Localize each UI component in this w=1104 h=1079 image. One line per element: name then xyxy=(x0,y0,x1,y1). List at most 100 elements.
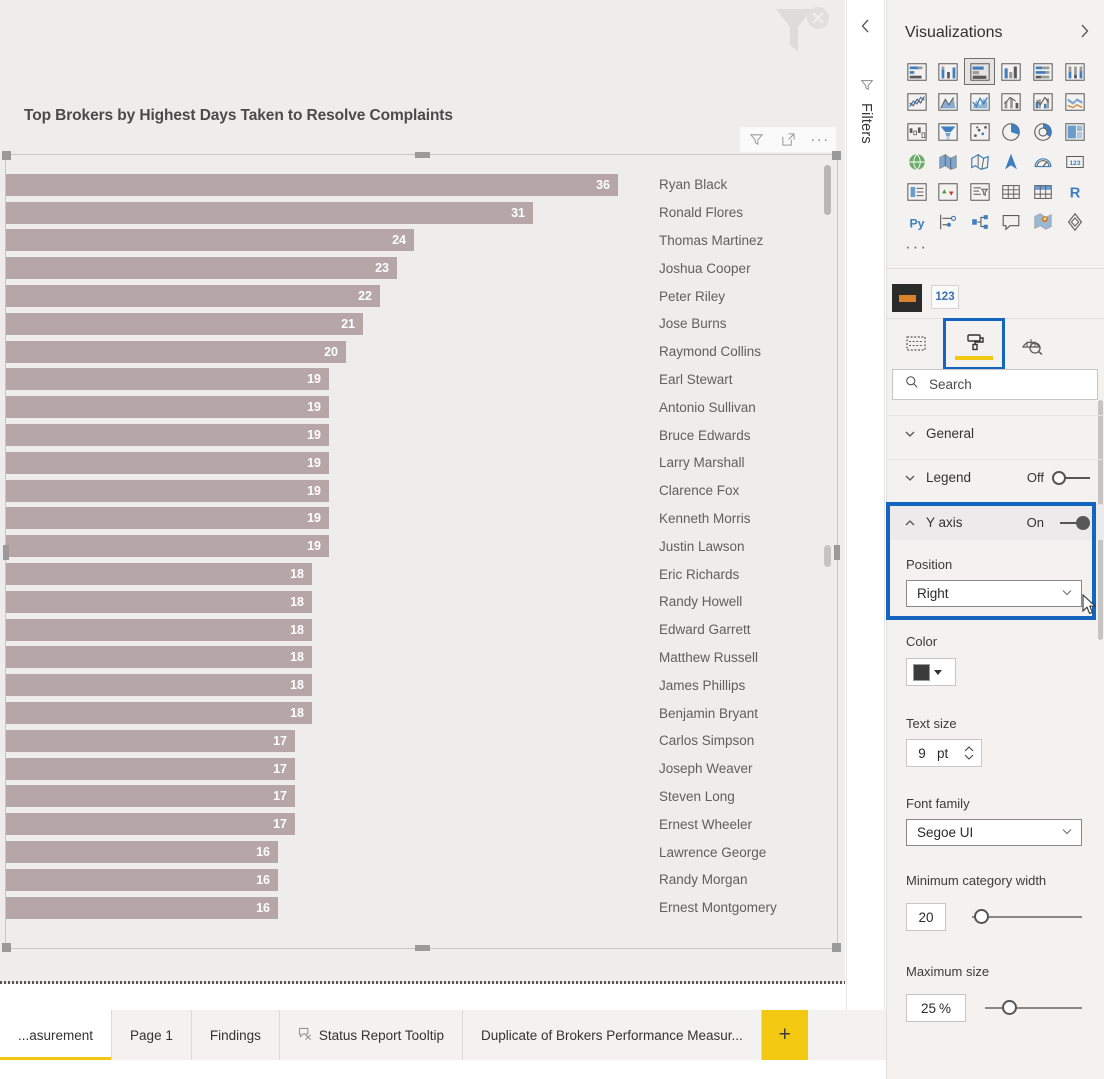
clustered-bar-chart-icon[interactable] xyxy=(964,58,996,85)
color-picker-button[interactable] xyxy=(906,658,956,686)
chart-bar[interactable]: 18 xyxy=(6,618,312,641)
chart-bar[interactable]: 18 xyxy=(6,563,312,586)
chart-bar[interactable]: 19 xyxy=(6,451,329,474)
resize-handle-left[interactable] xyxy=(3,544,9,560)
fields-tab[interactable] xyxy=(887,320,945,368)
y-axis-toggle[interactable]: On xyxy=(1027,515,1090,531)
pie-chart-icon[interactable] xyxy=(996,118,1027,145)
chart-bar[interactable]: 18 xyxy=(6,702,312,725)
stacked-column-chart-icon[interactable] xyxy=(933,58,964,85)
chart-row[interactable]: 19 Justin Lawson xyxy=(6,532,821,560)
page-tab-3[interactable]: Status Report Tooltip xyxy=(279,1010,463,1060)
page-tab-bar[interactable]: ...asurement Page 1 Findings Status Report … xyxy=(0,1010,886,1060)
minimum-category-width-slider[interactable] xyxy=(972,909,1082,925)
chart-scrollbar[interactable] xyxy=(824,165,831,940)
donut-chart-icon[interactable] xyxy=(1028,118,1059,145)
bar-chart-visual[interactable]: 36 Ryan Black 31 Ronald Flores 24 Thomas Mart… xyxy=(2,151,841,952)
report-canvas[interactable]: Top Brokers by Highest Days Taken to Res… xyxy=(0,0,845,1010)
shape-map-icon[interactable] xyxy=(964,148,995,175)
decomposition-tree-icon[interactable] xyxy=(964,208,995,235)
section-legend[interactable]: Legend Off xyxy=(886,459,1104,495)
chart-bar[interactable]: 23 xyxy=(6,257,397,280)
line-and-stacked-column-chart-icon[interactable] xyxy=(996,88,1027,115)
resize-handle-top[interactable] xyxy=(414,152,430,158)
chart-row[interactable]: 17 Ernest Wheeler xyxy=(6,810,821,838)
resize-handle-top-left[interactable] xyxy=(2,151,11,160)
ribbon-chart-icon[interactable] xyxy=(1059,88,1090,115)
y-axis-switch[interactable] xyxy=(1052,515,1090,531)
section-y-axis[interactable]: Y axis On xyxy=(886,504,1104,540)
chart-bar[interactable]: 20 xyxy=(6,340,346,363)
treemap-icon[interactable] xyxy=(1059,118,1090,145)
filter-icon[interactable] xyxy=(740,127,772,152)
chart-row[interactable]: 18 Randy Howell xyxy=(6,588,821,616)
chevron-right-icon[interactable] xyxy=(1078,23,1091,44)
chart-row[interactable]: 36 Ryan Black xyxy=(6,171,821,199)
q-and-a-icon[interactable] xyxy=(996,208,1027,235)
chart-row[interactable]: 21 Jose Burns xyxy=(6,310,821,338)
position-dropdown[interactable]: Right xyxy=(906,580,1082,607)
chart-bar[interactable]: 17 xyxy=(6,729,295,752)
chart-bar[interactable]: 16 xyxy=(6,896,278,919)
chart-bar[interactable]: 31 xyxy=(6,201,533,224)
filters-pane-collapsed[interactable]: Filters xyxy=(846,0,885,1010)
numeric-format-icon[interactable]: 123 xyxy=(931,285,959,309)
chart-row[interactable]: 16 Lawrence George xyxy=(6,838,821,866)
chart-bar[interactable]: 19 xyxy=(6,479,329,502)
r-script-visual-icon[interactable]: R xyxy=(1059,178,1090,205)
slider-knob[interactable] xyxy=(1002,1000,1018,1015)
chart-bar[interactable]: 22 xyxy=(6,285,380,308)
chart-bar[interactable]: 19 xyxy=(6,507,329,530)
chart-bar[interactable]: 19 xyxy=(6,396,329,419)
chart-row[interactable]: 16 Ernest Montgomery xyxy=(6,894,821,922)
page-tab-0[interactable]: ...asurement xyxy=(0,1010,113,1060)
add-page-button[interactable]: + xyxy=(761,1010,808,1060)
resize-handle-bottom-right[interactable] xyxy=(832,943,841,952)
resize-handle-top-right[interactable] xyxy=(832,151,841,160)
slider-knob[interactable] xyxy=(973,909,989,924)
visual-type-icon-grid[interactable]: 123 R Py xyxy=(901,58,1091,235)
page-tab-1[interactable]: Page 1 xyxy=(112,1010,192,1060)
scatter-chart-icon[interactable] xyxy=(964,118,995,145)
area-chart-icon[interactable] xyxy=(933,88,964,115)
table-icon[interactable] xyxy=(996,178,1027,205)
text-size-stepper[interactable]: 9 pt xyxy=(906,739,982,767)
chart-bar[interactable]: 17 xyxy=(6,785,295,808)
legend-toggle[interactable]: Off xyxy=(1027,470,1090,486)
map-icon[interactable] xyxy=(901,148,932,175)
gauge-icon[interactable] xyxy=(1028,148,1059,175)
chart-row[interactable]: 22 Peter Riley xyxy=(6,282,821,310)
chart-bar[interactable]: 19 xyxy=(6,368,329,391)
100-percent-stacked-column-chart-icon[interactable] xyxy=(1059,58,1090,85)
stepper-arrows[interactable] xyxy=(964,746,974,760)
chart-row[interactable]: 31 Ronald Flores xyxy=(6,199,821,227)
resize-handle-bottom[interactable] xyxy=(414,945,430,951)
azure-map-icon[interactable] xyxy=(996,148,1027,175)
chart-row[interactable]: 18 James Phillips xyxy=(6,671,821,699)
kpi-icon[interactable] xyxy=(933,178,964,205)
100-percent-stacked-bar-chart-icon[interactable] xyxy=(1028,58,1059,85)
key-influencers-icon[interactable] xyxy=(933,208,964,235)
chart-row[interactable]: 18 Edward Garrett xyxy=(6,616,821,644)
more-options-icon[interactable]: ··· xyxy=(804,127,836,152)
chart-row[interactable]: 17 Steven Long xyxy=(6,783,821,811)
line-chart-icon[interactable] xyxy=(901,88,932,115)
legend-switch[interactable] xyxy=(1052,470,1090,486)
card-icon[interactable]: 123 xyxy=(1059,148,1090,175)
line-and-clustered-column-chart-icon[interactable] xyxy=(1028,88,1059,115)
chart-bar[interactable]: 19 xyxy=(6,535,329,558)
chart-bar[interactable]: 18 xyxy=(6,674,312,697)
chevron-left-icon[interactable] xyxy=(859,18,872,39)
minimum-category-width-input[interactable]: 20 xyxy=(906,903,946,931)
chart-row[interactable]: 19 Kenneth Morris xyxy=(6,505,821,533)
chart-bar[interactable]: 18 xyxy=(6,590,312,613)
chart-row[interactable]: 23 Joshua Cooper xyxy=(6,254,821,282)
maximum-size-input[interactable]: 25 % xyxy=(906,994,966,1022)
waterfall-chart-icon[interactable] xyxy=(901,118,932,145)
chart-bar[interactable]: 17 xyxy=(6,757,295,780)
font-family-dropdown[interactable]: Segoe UI xyxy=(906,819,1082,846)
chart-row[interactable]: 19 Earl Stewart xyxy=(6,366,821,394)
theme-color-tile-icon[interactable] xyxy=(892,284,922,312)
slicer-icon[interactable] xyxy=(964,178,995,205)
chart-bar[interactable]: 16 xyxy=(6,841,278,864)
